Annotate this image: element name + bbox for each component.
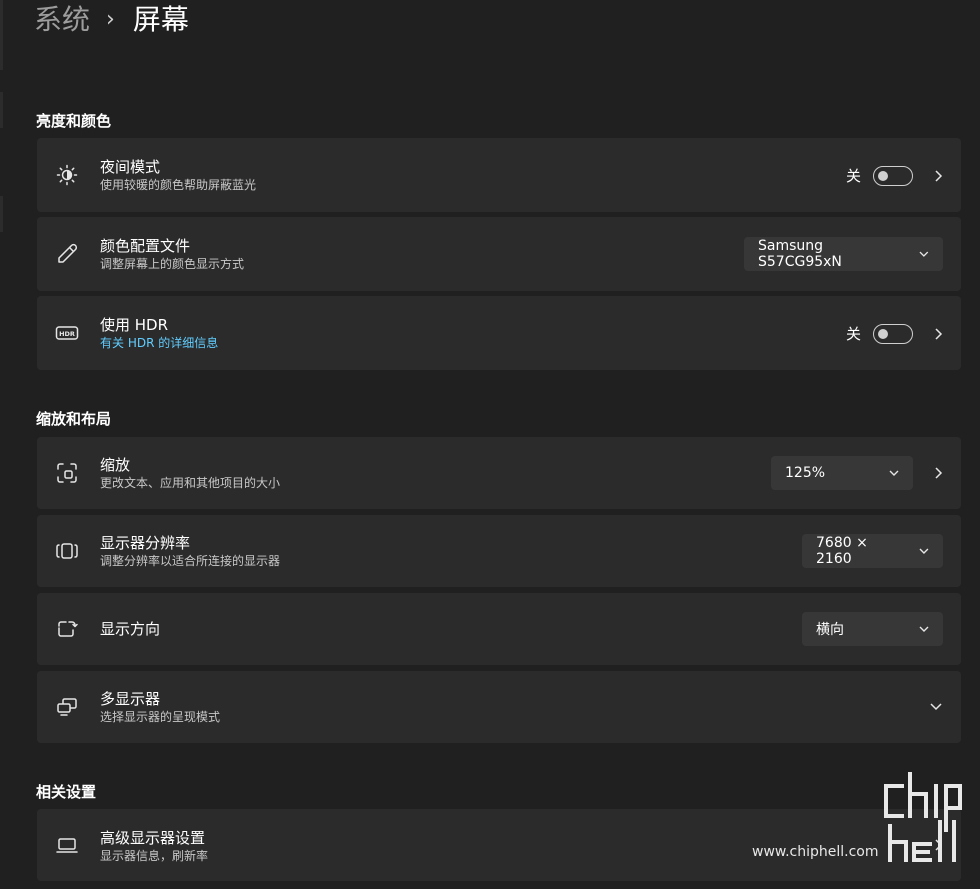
section-title-scale: 缩放和布局 xyxy=(36,410,112,428)
chiphell-watermark: www.chiphell.com xyxy=(752,772,972,872)
breadcrumb-parent[interactable]: 系统 xyxy=(34,0,90,40)
scale-subtitle: 更改文本、应用和其他项目的大小 xyxy=(100,476,281,490)
color-profile-row: 颜色配置文件 调整屏幕上的颜色显示方式 Samsung S57CG95xN xyxy=(37,217,961,291)
svg-text:HDR: HDR xyxy=(59,330,75,338)
orientation-icon xyxy=(55,617,79,641)
chevron-down-icon xyxy=(919,251,929,257)
resolution-subtitle: 调整分辨率以适合所连接的显示器 xyxy=(100,554,281,568)
scale-icon xyxy=(55,461,79,485)
resolution-dropdown[interactable]: 7680 × 2160 xyxy=(802,534,943,568)
breadcrumb-separator: › xyxy=(106,7,115,32)
scale-title: 缩放 xyxy=(100,456,131,474)
hdr-toggle[interactable] xyxy=(873,323,913,344)
laptop-icon xyxy=(55,833,79,857)
toggle-knob xyxy=(878,328,888,339)
window-edge xyxy=(0,92,3,128)
eyedropper-icon xyxy=(55,242,79,266)
chevron-right-icon xyxy=(935,467,943,479)
section-title-brightness: 亮度和颜色 xyxy=(36,112,112,130)
watermark-url: www.chiphell.com xyxy=(752,844,879,860)
hdr-row[interactable]: HDR 使用 HDR 有关 HDR 的详细信息 关 xyxy=(37,296,961,370)
page-title: 屏幕 xyxy=(132,3,189,36)
color-profile-title: 颜色配置文件 xyxy=(100,237,191,255)
night-light-title: 夜间模式 xyxy=(100,158,161,176)
chevron-right-icon xyxy=(935,327,943,340)
resolution-value: 7680 × 2160 xyxy=(816,535,868,567)
night-light-toggle-label: 关 xyxy=(845,167,861,185)
night-light-toggle[interactable] xyxy=(873,165,913,186)
scale-value: 125% xyxy=(785,465,826,481)
advanced-display-title: 高级显示器设置 xyxy=(100,829,206,847)
window-edge xyxy=(0,196,3,232)
color-profile-dropdown[interactable]: Samsung S57CG95xN xyxy=(744,237,943,271)
resolution-icon xyxy=(55,539,79,563)
section-title-related: 相关设置 xyxy=(36,783,97,801)
color-profile-subtitle: 调整屏幕上的颜色显示方式 xyxy=(100,257,245,271)
orientation-dropdown[interactable]: 横向 xyxy=(802,612,943,646)
chevron-down-icon xyxy=(889,470,899,476)
multi-display-row[interactable]: 多显示器 选择显示器的呈现模式 xyxy=(37,671,961,743)
night-light-row[interactable]: 夜间模式 使用较暖的颜色帮助屏蔽蓝光 关 xyxy=(37,138,961,212)
hdr-toggle-label: 关 xyxy=(845,325,861,343)
chiphell-logo-icon xyxy=(884,772,962,862)
multi-display-icon xyxy=(55,695,79,719)
color-profile-value: Samsung S57CG95xN xyxy=(758,238,842,270)
orientation-title: 显示方向 xyxy=(100,620,161,638)
multi-display-title: 多显示器 xyxy=(100,690,161,708)
advanced-display-subtitle: 显示器信息，刷新率 xyxy=(100,849,209,863)
chevron-right-icon xyxy=(935,169,943,182)
scale-dropdown[interactable]: 125% xyxy=(771,456,913,490)
chevron-down-icon xyxy=(919,626,929,632)
hdr-title: 使用 HDR xyxy=(100,316,169,334)
brightness-icon xyxy=(55,163,79,187)
multi-display-subtitle: 选择显示器的呈现模式 xyxy=(100,710,221,724)
window-edge xyxy=(0,0,3,70)
toggle-knob xyxy=(878,170,888,181)
orientation-row: 显示方向 横向 xyxy=(37,593,961,665)
night-light-subtitle: 使用较暖的颜色帮助屏蔽蓝光 xyxy=(100,178,257,192)
resolution-title: 显示器分辨率 xyxy=(100,534,191,552)
scale-row[interactable]: 缩放 更改文本、应用和其他项目的大小 125% xyxy=(37,437,961,509)
orientation-value: 横向 xyxy=(816,622,844,638)
hdr-info-link[interactable]: 有关 HDR 的详细信息 xyxy=(100,335,218,351)
chevron-down-icon xyxy=(930,703,942,711)
chevron-down-icon xyxy=(919,548,929,554)
hdr-icon: HDR xyxy=(55,321,79,345)
resolution-row: 显示器分辨率 调整分辨率以适合所连接的显示器 7680 × 2160 xyxy=(37,515,961,587)
breadcrumb: 系统 › 屏幕 xyxy=(34,0,189,40)
